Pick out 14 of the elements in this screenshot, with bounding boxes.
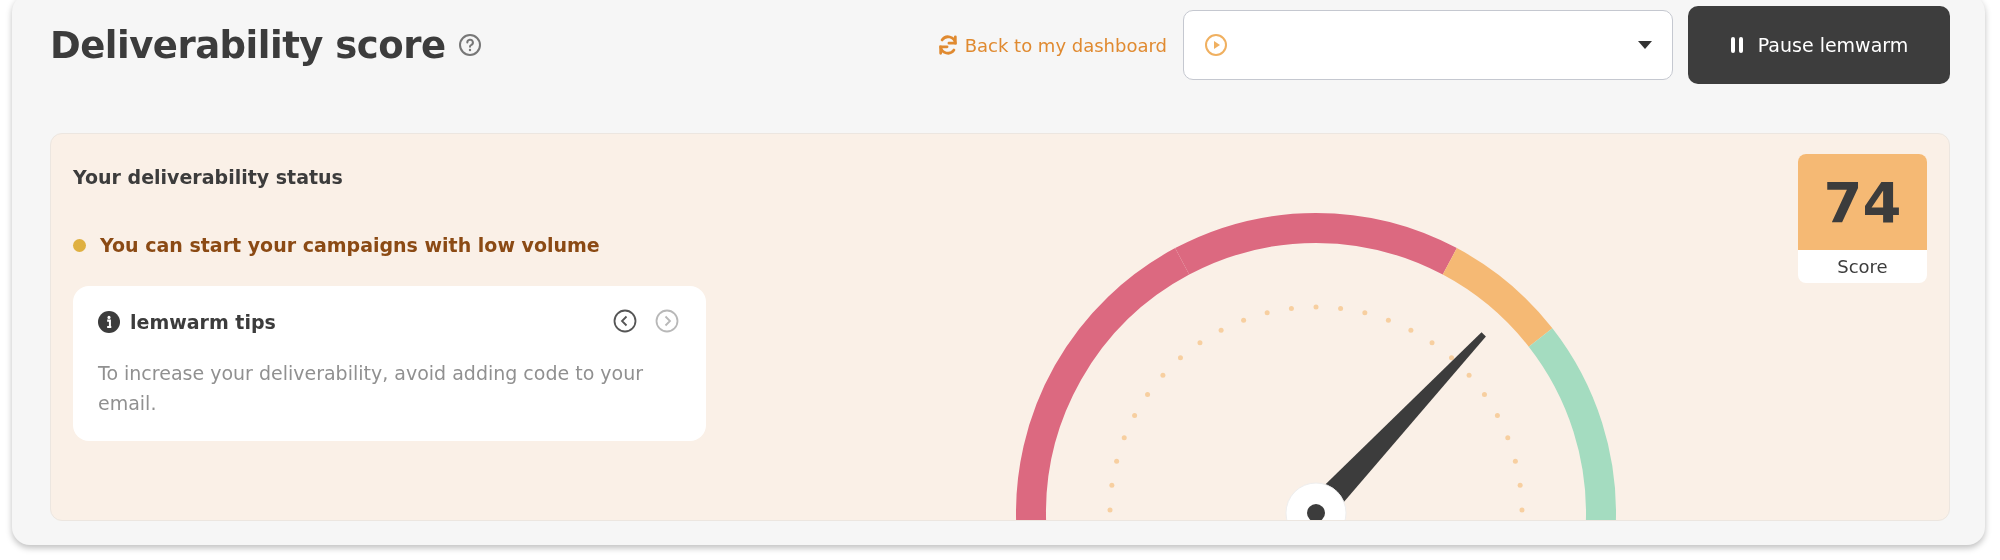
caret-icon bbox=[1638, 41, 1652, 49]
refresh-icon bbox=[936, 34, 959, 56]
score-value: 74 bbox=[1798, 154, 1927, 250]
info-icon bbox=[98, 311, 120, 333]
pause-button[interactable]: Pause lemwarm bbox=[1688, 6, 1950, 84]
pause-icon bbox=[1729, 36, 1744, 54]
status-message: You can start your campaigns with low volume bbox=[100, 234, 600, 256]
tip-text: To increase your deliverability, avoid adding code to your email. bbox=[98, 361, 645, 417]
page-title: Deliverability score bbox=[50, 23, 446, 67]
status-heading: Your deliverability status bbox=[73, 166, 344, 188]
play-circle-icon bbox=[1204, 33, 1228, 57]
tips-title: lemwarm tips bbox=[130, 311, 276, 333]
help-icon[interactable] bbox=[457, 33, 482, 57]
score-label: Score bbox=[1836, 255, 1889, 279]
